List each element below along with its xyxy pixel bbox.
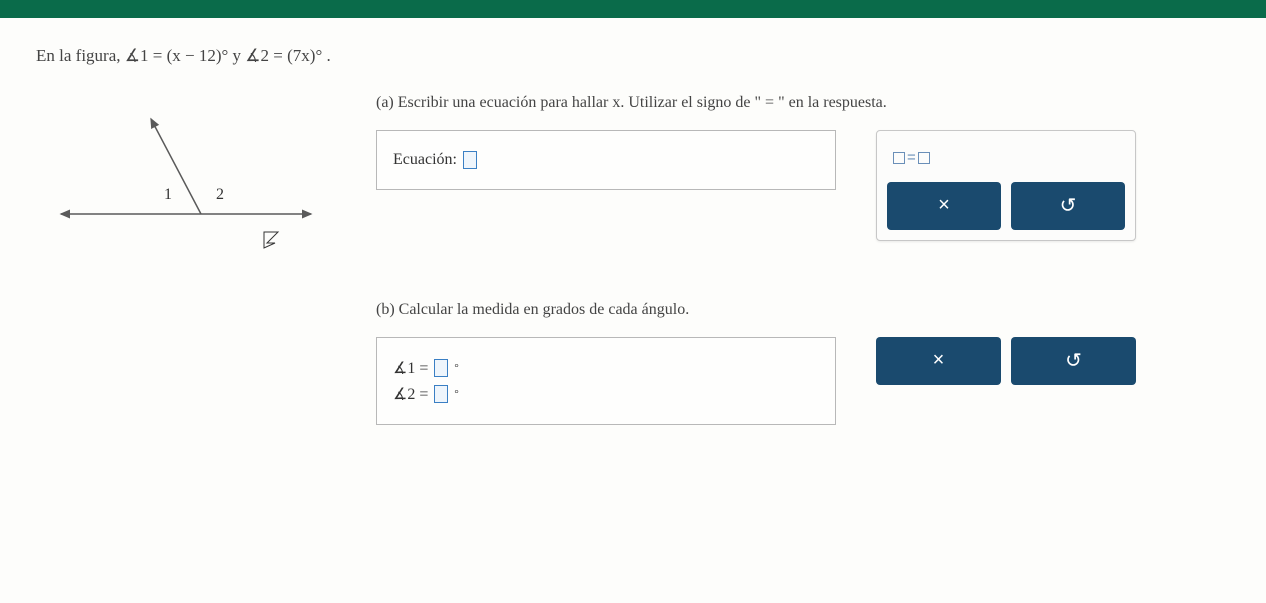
angle2-expression: ∡2 = (7x)° [245, 46, 322, 65]
tool-panel-a: = × ↺ [876, 130, 1136, 241]
degree-symbol: ° [454, 362, 458, 374]
undo-icon: ↺ [1060, 193, 1077, 218]
part-a-label: (a) [376, 94, 394, 111]
equation-input[interactable] [463, 151, 477, 169]
x-icon: × [933, 349, 945, 372]
undo-icon: ↺ [1065, 348, 1082, 373]
x-icon: × [938, 194, 950, 217]
angle1-input[interactable] [434, 359, 448, 377]
part-b: (b) Calcular la medida en grados de cada… [376, 301, 1230, 425]
part-b-prompt: (b) Calcular la medida en grados de cada… [376, 301, 1230, 319]
figure-label-1: 1 [164, 186, 172, 203]
part-b-label: (b) [376, 301, 395, 318]
reset-button[interactable]: ↺ [1011, 182, 1125, 230]
reset-button[interactable]: ↺ [1011, 337, 1136, 385]
equals-template-button[interactable]: = [893, 149, 930, 166]
app-topbar [0, 0, 1266, 18]
part-a: (a) Escribir una ecuación para hallar x.… [376, 94, 1230, 241]
equation-label: Ecuación: [393, 151, 457, 169]
part-a-text: Escribir una ecuación para hallar x. Uti… [398, 94, 887, 111]
figure-label-2: 2 [216, 186, 224, 203]
placeholder-box-icon [918, 152, 930, 164]
intro-text: En la figura, [36, 46, 125, 65]
angle1-expression: ∡1 = (x − 12)° [125, 46, 229, 65]
angle2-label: ∡2 = [393, 384, 428, 404]
placeholder-box-icon [893, 152, 905, 164]
conjunction: y [233, 46, 246, 65]
part-a-prompt: (a) Escribir una ecuación para hallar x.… [376, 94, 1230, 112]
tool-panel-b: × ↺ [876, 337, 1136, 385]
degree-symbol: ° [454, 388, 458, 400]
angles-answer-box: ∡1 = ° ∡2 = ° [376, 337, 836, 425]
problem-page: En la figura, ∡1 = (x − 12)° y ∡2 = (7x)… [0, 18, 1266, 603]
angle2-input[interactable] [434, 385, 448, 403]
part-b-text: Calcular la medida en grados de cada áng… [399, 301, 690, 318]
clear-button[interactable]: × [887, 182, 1001, 230]
angle1-label: ∡1 = [393, 358, 428, 378]
clear-button[interactable]: × [876, 337, 1001, 385]
equation-answer-box: Ecuación: [376, 130, 836, 190]
equals-sign: = [907, 149, 916, 166]
problem-statement: En la figura, ∡1 = (x − 12)° y ∡2 = (7x)… [36, 46, 1230, 66]
angle-figure: 1 2 [36, 104, 336, 264]
statement-suffix: . [327, 46, 331, 65]
